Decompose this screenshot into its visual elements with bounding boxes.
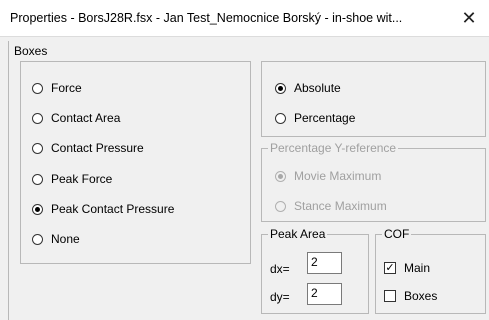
tab-frame-edge bbox=[8, 41, 9, 320]
radio-circle bbox=[32, 173, 43, 185]
cof-group-label: COF bbox=[382, 227, 412, 241]
title-bar: Properties - BorsJ28R.fsx - Jan Test_Nem… bbox=[0, 0, 489, 37]
radio-circle bbox=[32, 112, 43, 124]
checkbox-label: Main bbox=[404, 261, 431, 275]
checkbox-label: Boxes bbox=[404, 289, 438, 303]
radio-peak-contact-pressure[interactable]: Peak Contact Pressure bbox=[32, 201, 174, 217]
dx-input[interactable]: 2 bbox=[307, 252, 342, 274]
radio-label: Force bbox=[51, 81, 82, 95]
dy-label: dy= bbox=[270, 290, 290, 304]
window-title: Properties - BorsJ28R.fsx - Jan Test_Nem… bbox=[10, 11, 403, 25]
radio-circle bbox=[32, 142, 43, 154]
radio-label: Peak Force bbox=[51, 172, 113, 186]
radio-stance-maximum[interactable]: Stance Maximum bbox=[275, 198, 387, 214]
radio-circle bbox=[275, 200, 286, 212]
boxes-frame-label: Boxes bbox=[12, 44, 50, 58]
radio-circle bbox=[32, 203, 43, 215]
radio-circle bbox=[275, 170, 286, 182]
radio-label: Peak Contact Pressure bbox=[51, 202, 175, 216]
radio-label: Contact Area bbox=[51, 111, 121, 125]
close-icon: ✕ bbox=[461, 7, 477, 28]
radio-label: Absolute bbox=[294, 81, 341, 95]
radio-circle bbox=[275, 82, 286, 94]
radio-absolute[interactable]: Absolute bbox=[275, 80, 341, 96]
radio-movie-maximum[interactable]: Movie Maximum bbox=[275, 168, 381, 184]
checkbox-boxes[interactable]: Boxes bbox=[384, 288, 437, 304]
close-button[interactable]: ✕ bbox=[449, 0, 489, 36]
radio-circle bbox=[32, 233, 43, 245]
dx-label: dx= bbox=[270, 262, 290, 276]
radio-label: Movie Maximum bbox=[294, 169, 382, 183]
dy-input[interactable]: 2 bbox=[307, 283, 342, 305]
radio-circle bbox=[275, 112, 286, 124]
radio-label: Percentage bbox=[294, 111, 356, 125]
radio-contact-area[interactable]: Contact Area bbox=[32, 110, 120, 126]
checkbox-box: ✓ bbox=[384, 262, 396, 274]
radio-label: Stance Maximum bbox=[294, 199, 387, 213]
checkbox-main[interactable]: ✓ Main bbox=[384, 260, 430, 276]
radio-circle bbox=[32, 82, 43, 94]
radio-label: None bbox=[51, 232, 80, 246]
checkbox-box bbox=[384, 290, 396, 302]
radio-percentage[interactable]: Percentage bbox=[275, 110, 355, 126]
radio-label: Contact Pressure bbox=[51, 141, 144, 155]
radio-contact-pressure[interactable]: Contact Pressure bbox=[32, 140, 144, 156]
peak-area-group-label: Peak Area bbox=[268, 227, 328, 241]
radio-force[interactable]: Force bbox=[32, 80, 82, 96]
dialog-body: Boxes Force Contact Area Contact Pressur… bbox=[0, 37, 489, 320]
radio-none[interactable]: None bbox=[32, 231, 80, 247]
radio-peak-force[interactable]: Peak Force bbox=[32, 171, 112, 187]
yref-group-label: Percentage Y-reference bbox=[268, 141, 399, 155]
